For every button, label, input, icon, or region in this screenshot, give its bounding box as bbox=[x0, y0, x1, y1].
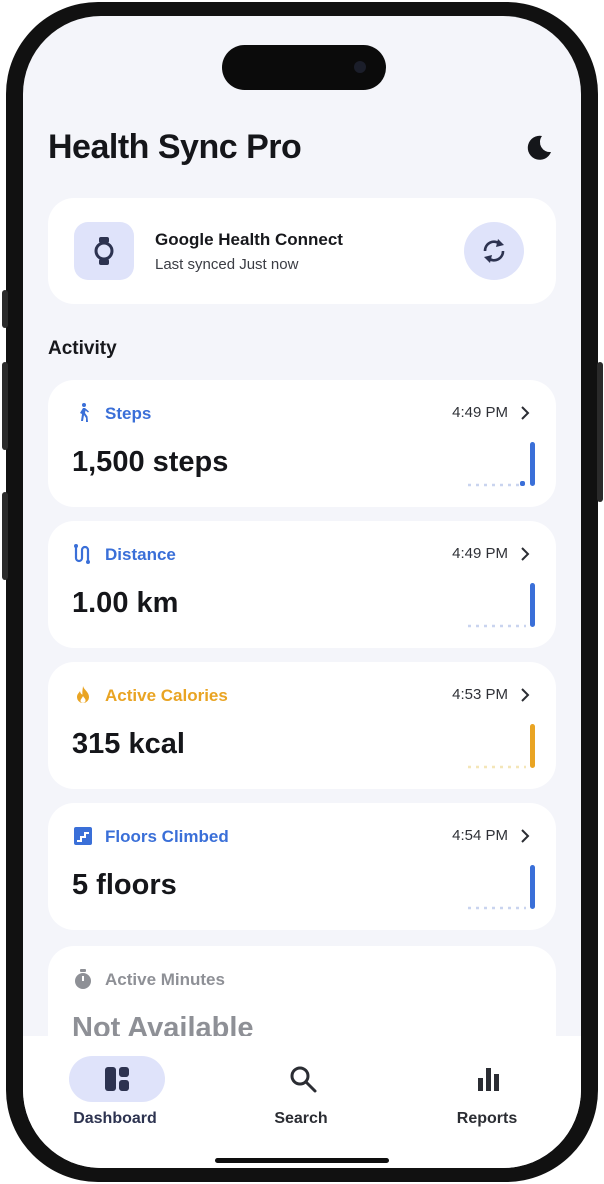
camera-icon bbox=[354, 61, 366, 73]
action-button bbox=[2, 290, 8, 328]
metric-name: Floors Climbed bbox=[105, 827, 229, 846]
metric-name: Distance bbox=[105, 545, 176, 564]
route-icon bbox=[74, 544, 90, 564]
metric-name: Active Calories bbox=[105, 686, 228, 705]
app-screen: Health Sync Pro Google Health Connect La… bbox=[23, 16, 581, 1168]
sync-status-text: Last synced Just now bbox=[155, 256, 299, 273]
walking-icon bbox=[80, 403, 89, 422]
volume-up-button bbox=[2, 362, 8, 450]
activity-section-title: Activity bbox=[48, 338, 117, 359]
metric-card-calories[interactable]: Active Calories 4:53 PM 315 kcal bbox=[48, 662, 556, 789]
metric-value: 1,500 steps bbox=[72, 446, 229, 478]
home-indicator[interactable] bbox=[215, 1158, 389, 1163]
metric-value: 5 floors bbox=[72, 869, 177, 901]
metric-value: 1.00 km bbox=[72, 587, 179, 619]
bar-chart-icon bbox=[478, 1068, 499, 1091]
stairs-icon bbox=[74, 827, 92, 845]
metric-name: Steps bbox=[105, 404, 152, 423]
search-icon bbox=[290, 1066, 317, 1093]
power-button bbox=[597, 362, 603, 502]
chevron-right-icon bbox=[521, 406, 530, 420]
sparkline-chart bbox=[468, 583, 535, 628]
nav-label-search: Search bbox=[274, 1110, 328, 1127]
metric-name: Active Minutes bbox=[105, 970, 225, 989]
nav-label-dashboard: Dashboard bbox=[73, 1110, 157, 1127]
metric-card-distance[interactable]: Distance 4:49 PM 1.00 km bbox=[48, 521, 556, 648]
sync-icon bbox=[483, 239, 505, 263]
stopwatch-icon bbox=[75, 969, 91, 989]
flame-icon bbox=[77, 686, 89, 703]
metric-time: 4:53 PM bbox=[452, 686, 508, 703]
app-title: Health Sync Pro bbox=[48, 128, 302, 166]
chevron-right-icon bbox=[521, 829, 530, 843]
metric-card-floors[interactable]: Floors Climbed 4:54 PM 5 floors bbox=[48, 803, 556, 930]
watch-tile bbox=[74, 222, 134, 280]
volume-down-button bbox=[2, 492, 8, 580]
moon-icon[interactable] bbox=[523, 132, 555, 164]
dashboard-icon bbox=[105, 1067, 129, 1091]
nav-item-dashboard[interactable]: Dashboard bbox=[40, 1036, 190, 1136]
nav-item-reports[interactable]: Reports bbox=[412, 1036, 562, 1136]
metric-time: 4:49 PM bbox=[452, 404, 508, 421]
dynamic-island bbox=[222, 45, 386, 90]
nav-label-reports: Reports bbox=[456, 1110, 518, 1127]
nav-item-search[interactable]: Search bbox=[226, 1036, 376, 1136]
sparkline-chart bbox=[468, 724, 535, 769]
sparkline-chart bbox=[468, 442, 535, 487]
bottom-navigation-bar: Dashboard Search Reports bbox=[23, 1036, 581, 1168]
metric-time: 4:49 PM bbox=[452, 545, 508, 562]
watch-icon bbox=[94, 237, 114, 265]
chevron-right-icon bbox=[521, 547, 530, 561]
metric-time: 4:54 PM bbox=[452, 827, 508, 844]
sync-provider-name: Google Health Connect bbox=[155, 230, 343, 249]
sync-button[interactable] bbox=[464, 222, 524, 280]
sync-status-card[interactable]: Google Health Connect Last synced Just n… bbox=[48, 198, 556, 304]
chevron-right-icon bbox=[521, 688, 530, 702]
metric-value: 315 kcal bbox=[72, 728, 185, 760]
sparkline-chart bbox=[468, 865, 535, 910]
metric-card-steps[interactable]: Steps 4:49 PM 1,500 steps bbox=[48, 380, 556, 507]
